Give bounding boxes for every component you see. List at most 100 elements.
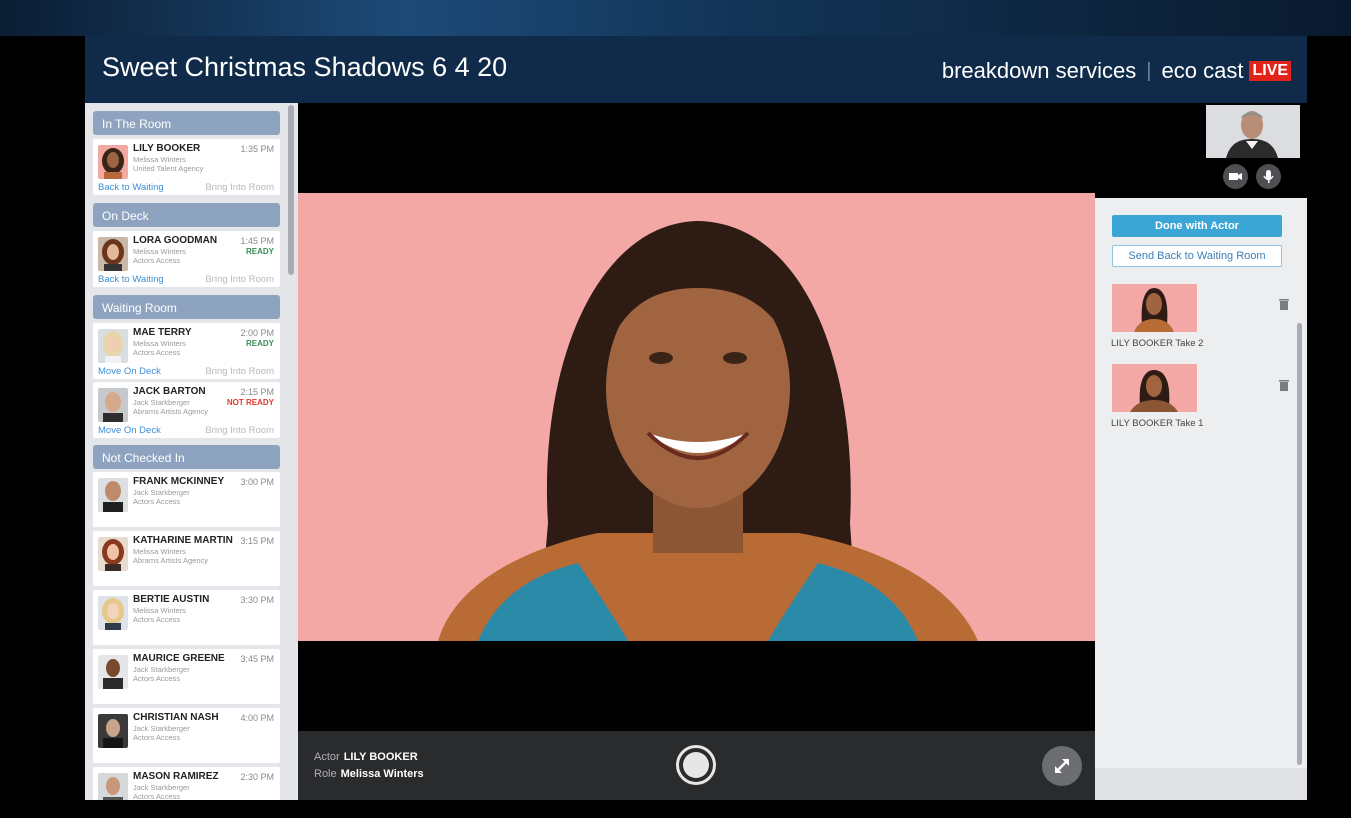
actor-card-lora-goodman[interactable]: LORA GOODMAN 1:45 PM Melissa Winters Act…	[93, 231, 280, 287]
actor-time: 3:45 PM	[240, 654, 274, 664]
actor-name: CHRISTIAN NASH	[133, 712, 219, 723]
actor-name: JACK BARTON	[133, 386, 206, 397]
move-on-deck-link[interactable]: Move On Deck	[98, 425, 161, 436]
actor-video-image	[298, 193, 1095, 641]
actor-time: 2:00 PM	[240, 328, 274, 338]
actor-photo	[98, 714, 128, 748]
microphone-icon	[1263, 170, 1274, 183]
actor-time: 3:30 PM	[240, 595, 274, 605]
actor-agency: United Talent Agency	[133, 164, 204, 173]
video-control-bar: Actor LILY BOOKER Role Melissa Winters	[298, 731, 1095, 800]
back-to-waiting-link[interactable]: Back to Waiting	[98, 274, 164, 285]
actor-queue-sidebar[interactable]: In The Room LILY BOOKER 1:35 PM Melissa …	[85, 103, 298, 800]
actor-card-jack-barton[interactable]: JACK BARTON 2:15 PM Jack Starkberger Abr…	[93, 382, 280, 438]
microphone-toggle-button[interactable]	[1256, 164, 1281, 189]
actor-photo	[98, 145, 128, 179]
back-to-waiting-link[interactable]: Back to Waiting	[98, 182, 164, 193]
actor-label: Actor	[314, 751, 340, 763]
brand-breakdown-services: breakdown services	[941, 58, 1137, 83]
actor-card-bertie-austin[interactable]: BERTIE AUSTIN 3:30 PM Melissa Winters Ac…	[93, 590, 280, 645]
actor-role: Melissa Winters	[133, 339, 186, 348]
status-badge: READY	[245, 247, 274, 256]
actor-name: MASON RAMIREZ	[133, 771, 219, 782]
browser-top-band	[0, 0, 1351, 36]
current-actor-info: Actor LILY BOOKER Role Melissa Winters	[314, 749, 424, 783]
takes-panel-footer	[1095, 768, 1307, 800]
self-view-video	[1206, 105, 1300, 158]
take-thumbnail-image	[1112, 284, 1197, 332]
actor-time: 3:00 PM	[240, 477, 274, 487]
sidebar-scrollbar[interactable]	[288, 105, 294, 275]
section-waiting-room: Waiting Room	[93, 295, 280, 319]
trash-icon[interactable]	[1279, 379, 1289, 391]
move-on-deck-link[interactable]: Move On Deck	[98, 366, 161, 377]
bring-into-room-link[interactable]: Bring Into Room	[205, 274, 274, 285]
bring-into-room-link[interactable]: Bring Into Room	[205, 366, 274, 377]
actor-role: Jack Starkberger	[133, 724, 190, 733]
actor-card-mae-terry[interactable]: MAE TERRY 2:00 PM Melissa Winters Actors…	[93, 323, 280, 379]
actor-role: Jack Starkberger	[133, 783, 190, 792]
takes-panel: Done with Actor Send Back to Waiting Roo…	[1095, 198, 1307, 800]
actor-role: Jack Starkberger	[133, 665, 190, 674]
actor-time: 1:45 PM	[240, 236, 274, 246]
take-label: LILY BOOKER Take 1	[1111, 418, 1204, 429]
take-thumbnail[interactable]	[1112, 284, 1197, 332]
brand-logo: breakdown services | eco cast LIVE	[942, 58, 1291, 84]
self-view-area	[1095, 103, 1307, 198]
actor-time: 3:15 PM	[240, 536, 274, 546]
actor-card-christian-nash[interactable]: CHRISTIAN NASH 4:00 PM Jack Starkberger …	[93, 708, 280, 763]
trash-icon[interactable]	[1279, 298, 1289, 310]
actor-role: Melissa Winters	[133, 247, 186, 256]
current-actor-name: LILY BOOKER	[343, 751, 418, 763]
bring-into-room-link[interactable]: Bring Into Room	[205, 425, 274, 436]
brand-eco-cast: eco cast	[1161, 58, 1244, 83]
current-role-name: Melissa Winters	[340, 768, 424, 780]
bring-into-room-link[interactable]: Bring Into Room	[205, 182, 274, 193]
actor-name: BERTIE AUSTIN	[133, 594, 210, 605]
brand-separator: |	[1146, 59, 1152, 82]
takes-scrollbar[interactable]	[1297, 323, 1302, 765]
actor-card-lily-booker[interactable]: LILY BOOKER 1:35 PM Melissa Winters Unit…	[93, 139, 280, 195]
section-not-checked-in: Not Checked In	[93, 445, 280, 469]
status-badge: NOT READY	[226, 398, 274, 407]
actor-photo	[98, 329, 128, 363]
actor-agency: Actors Access	[133, 497, 181, 506]
section-on-deck: On Deck	[93, 203, 280, 227]
actor-agency: Actors Access	[133, 792, 181, 800]
actor-name: FRANK MCKINNEY	[133, 476, 225, 487]
actor-name: KATHARINE MARTIN	[133, 535, 233, 546]
actor-time: 1:35 PM	[240, 144, 274, 154]
section-in-the-room: In The Room	[93, 111, 280, 135]
actor-photo	[98, 655, 128, 689]
actor-time: 4:00 PM	[240, 713, 274, 723]
take-thumbnail[interactable]	[1112, 364, 1197, 412]
status-badge: READY	[245, 339, 274, 348]
actor-card-mason-ramirez[interactable]: MASON RAMIREZ 2:30 PM Jack Starkberger A…	[93, 767, 280, 800]
actor-card-katharine-martin[interactable]: KATHARINE MARTIN 3:15 PM Melissa Winters…	[93, 531, 280, 586]
actor-card-maurice-greene[interactable]: MAURICE GREENE 3:45 PM Jack Starkberger …	[93, 649, 280, 704]
actor-agency: Actors Access	[133, 733, 181, 742]
record-button[interactable]	[676, 745, 716, 785]
actor-role: Melissa Winters	[133, 606, 186, 615]
actor-photo	[98, 773, 128, 800]
actor-photo	[98, 596, 128, 630]
actor-photo	[98, 388, 128, 422]
actor-agency: Abrams Artists Agency	[133, 556, 209, 565]
actor-photo	[98, 237, 128, 271]
self-view-image	[1206, 105, 1300, 158]
actor-photo	[98, 478, 128, 512]
send-back-to-waiting-button[interactable]: Send Back to Waiting Room	[1112, 245, 1282, 267]
actor-role: Jack Starkberger	[133, 488, 190, 497]
main-video-feed	[298, 103, 1095, 731]
actor-role: Melissa Winters	[133, 155, 186, 164]
actor-role: Melissa Winters	[133, 547, 186, 556]
actor-card-frank-mckinney[interactable]: FRANK MCKINNEY 3:00 PM Jack Starkberger …	[93, 472, 280, 527]
done-with-actor-button[interactable]: Done with Actor	[1112, 215, 1282, 237]
expand-button[interactable]	[1042, 746, 1082, 786]
take-thumbnail-image	[1112, 364, 1197, 412]
actor-time: 2:15 PM	[240, 387, 274, 397]
camera-toggle-button[interactable]	[1223, 164, 1248, 189]
actor-name: MAE TERRY	[133, 327, 192, 338]
actor-name: LILY BOOKER	[133, 143, 201, 154]
actor-agency: Actors Access	[133, 348, 181, 357]
